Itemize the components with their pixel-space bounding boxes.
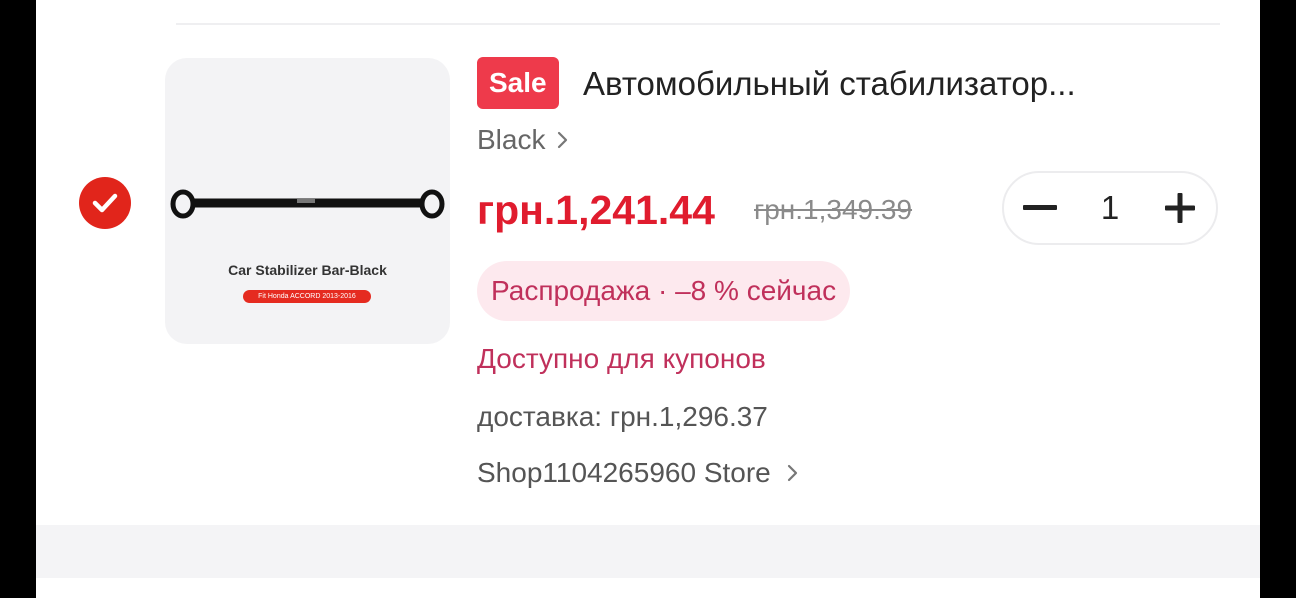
product-image[interactable]: Car Stabilizer Bar-Black Fit Honda ACCOR…: [165, 58, 450, 344]
variant-selector[interactable]: Black: [477, 120, 569, 160]
variant-label: Black: [477, 124, 546, 155]
quantity-stepper: 1: [1002, 171, 1218, 245]
stabilizer-bar-image: [170, 189, 445, 219]
decrement-button[interactable]: [1004, 173, 1076, 243]
screen: Car Stabilizer Bar-Black Fit Honda ACCOR…: [36, 0, 1260, 598]
image-caption: Car Stabilizer Bar-Black: [228, 262, 387, 278]
chevron-right-icon: [787, 464, 797, 482]
increment-button[interactable]: [1144, 173, 1216, 243]
minus-icon: [1023, 205, 1057, 210]
sale-badge: Sale: [477, 57, 559, 109]
coupon-availability: Доступно для купонов: [477, 343, 766, 374]
check-icon: [92, 193, 118, 213]
store-link[interactable]: Shop1104265960 Store: [477, 454, 799, 492]
current-price: грн.1,241.44: [477, 187, 715, 233]
image-tag: Fit Honda ACCORD 2013-2016: [243, 290, 371, 303]
chevron-right-icon: [558, 131, 568, 149]
product-title[interactable]: Автомобильный стабилизатор...: [583, 60, 1076, 108]
quantity-value[interactable]: 1: [1076, 173, 1144, 243]
sale-promo-pill: Распродажа · –8 % сейчас: [477, 261, 851, 321]
next-card: [36, 578, 1260, 598]
select-item-checkbox[interactable]: [79, 177, 131, 229]
store-name: Shop1104265960 Store: [477, 457, 771, 488]
divider: [176, 23, 1220, 25]
shipping-cost: доставка: грн.1,296.37: [477, 401, 768, 432]
original-price: грн.1,349.39: [754, 194, 913, 225]
cart-item-card: Car Stabilizer Bar-Black Fit Honda ACCOR…: [36, 0, 1260, 525]
plus-icon: [1165, 193, 1195, 223]
